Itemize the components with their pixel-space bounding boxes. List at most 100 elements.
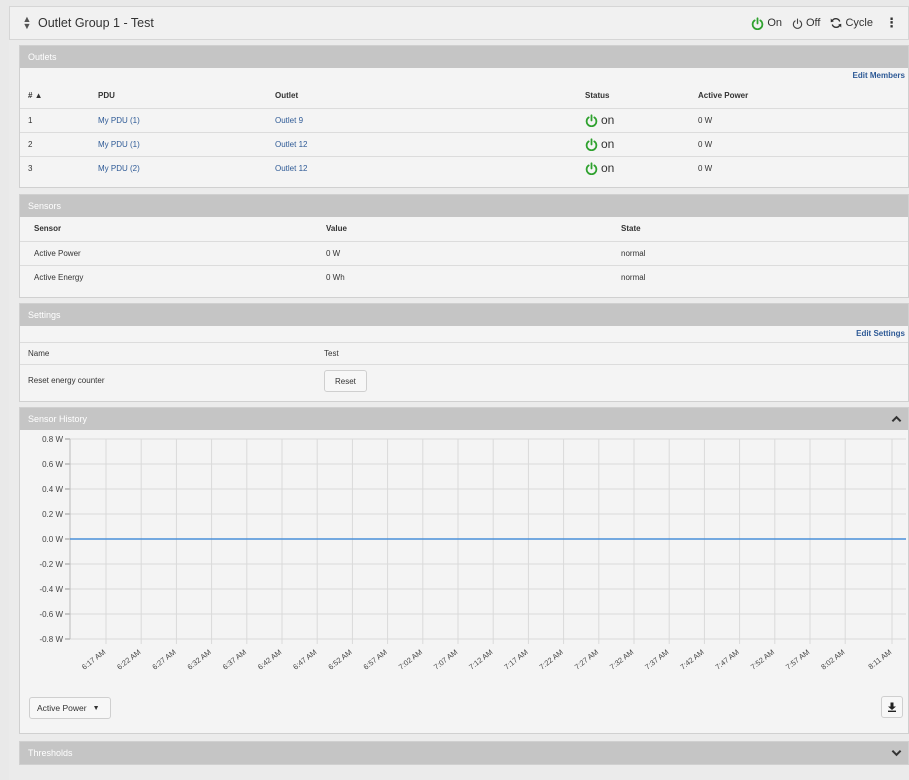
power-icon	[752, 16, 764, 30]
edit-members-link[interactable]: Edit Members	[20, 68, 908, 84]
table-row[interactable]: 2 My PDU (1) Outlet 12 on 0 W	[20, 131, 908, 156]
row-number: 2	[20, 131, 98, 156]
chevron-up-icon[interactable]	[891, 415, 902, 423]
outlet-link[interactable]: Outlet 9	[275, 107, 585, 132]
outlets-panel-title: Outlets	[28, 52, 57, 62]
y-tick-label: 0.8 W	[42, 435, 63, 444]
pdu-link[interactable]: My PDU (1)	[98, 131, 275, 156]
active-power-value: 0 W	[698, 131, 908, 156]
status-cell: on	[585, 107, 698, 132]
sensor-select-value: Active Power	[37, 703, 87, 713]
settings-panel-title: Settings	[28, 310, 61, 320]
power-off-label: Off	[806, 17, 821, 29]
x-tick-label: 6:42 AM	[256, 647, 283, 671]
x-tick-label: 7:52 AM	[749, 647, 776, 671]
power-on-button[interactable]: On	[751, 16, 782, 30]
x-tick-label: 6:22 AM	[115, 647, 142, 671]
sensor-name: Active Power	[20, 240, 326, 265]
y-tick-label: -0.6 W	[39, 610, 63, 619]
column-header-outlet[interactable]: Outlet	[275, 84, 585, 108]
status-text: on	[601, 113, 615, 127]
x-tick-label: 6:27 AM	[150, 647, 177, 671]
x-tick-label: 7:22 AM	[538, 647, 565, 671]
status-text: on	[601, 161, 615, 176]
page-header: ▲ ▼ Outlet Group 1 - Test On Off Cycle ⋮	[9, 6, 909, 40]
thresholds-title: Thresholds	[28, 748, 73, 758]
edit-settings-link[interactable]: Edit Settings	[20, 326, 908, 342]
more-menu-icon[interactable]: ⋮	[885, 15, 898, 31]
y-tick-label: 0.2 W	[42, 510, 63, 519]
chevron-down-icon[interactable]	[891, 749, 902, 757]
row-number: 3	[20, 155, 98, 180]
row-number: 1	[20, 107, 98, 132]
sensor-history-panel-header[interactable]: Sensor History	[20, 408, 908, 430]
header-actions: On Off Cycle ⋮	[741, 15, 898, 31]
table-row[interactable]: Active Energy 0 Wh normal	[20, 264, 908, 289]
y-tick-label: 0.4 W	[42, 485, 63, 494]
x-tick-label: 6:17 AM	[80, 647, 107, 671]
sensor-name: Active Energy	[20, 264, 326, 289]
column-header-pdu[interactable]: PDU	[98, 84, 275, 108]
download-icon	[888, 702, 896, 712]
x-tick-label: 7:32 AM	[608, 647, 635, 671]
sensors-panel-header: Sensors	[20, 195, 908, 217]
column-header-value[interactable]: Value	[326, 217, 621, 241]
sensor-history-chart: 0.8 W 0.6 W 0.4 W 0.2 W 0.0 W -0.2 W -0.4 W -0.…	[39, 435, 906, 672]
download-button[interactable]	[881, 696, 903, 718]
caret-down-icon: ▼	[92, 704, 100, 712]
column-header-status[interactable]: Status	[585, 84, 698, 108]
sensor-value: 0 W	[326, 240, 621, 265]
x-tick-label: 7:37 AM	[643, 647, 670, 671]
outlets-panel: Outlets Edit Members # ▲ PDU Outlet Stat…	[19, 45, 909, 188]
x-tick-label: 7:27 AM	[573, 647, 600, 671]
table-row[interactable]: 1 My PDU (1) Outlet 9 on 0 W	[20, 107, 908, 132]
power-cycle-label: Cycle	[845, 17, 873, 29]
power-on-label: On	[767, 17, 782, 29]
status-cell: on	[585, 155, 698, 180]
sensor-state: normal	[621, 264, 908, 289]
name-label: Name	[20, 342, 324, 365]
power-cycle-button[interactable]: Cycle	[830, 17, 873, 29]
x-tick-label: 6:37 AM	[221, 647, 248, 671]
page-title: Outlet Group 1 - Test	[38, 16, 154, 30]
refresh-icon	[831, 18, 842, 28]
settings-table: Name Test Reset energy counter Reset	[20, 342, 908, 397]
sensor-state: normal	[621, 240, 908, 265]
settings-row-name: Name Test	[20, 342, 908, 365]
y-tick-label: 0.6 W	[42, 460, 63, 469]
sensor-history-title: Sensor History	[28, 414, 88, 424]
column-header-number[interactable]: # ▲	[20, 84, 98, 108]
outlet-group-page: ▲ ▼ Outlet Group 1 - Test On Off Cycle ⋮…	[9, 6, 909, 780]
sort-icon[interactable]: ▲ ▼	[22, 15, 32, 31]
pdu-link[interactable]: My PDU (2)	[98, 155, 275, 180]
sensors-panel-title: Sensors	[28, 201, 62, 211]
column-header-state[interactable]: State	[621, 217, 908, 241]
power-icon	[585, 162, 598, 175]
power-off-button[interactable]: Off	[792, 17, 820, 29]
outlet-link[interactable]: Outlet 12	[275, 131, 585, 156]
x-tick-label: 6:47 AM	[291, 647, 318, 671]
table-row[interactable]: Active Power 0 W normal	[20, 240, 908, 265]
column-header-active-power[interactable]: Active Power	[698, 84, 908, 108]
x-tick-label: 7:57 AM	[784, 647, 811, 671]
y-tick-label: -0.2 W	[39, 560, 63, 569]
x-tick-label: 8:02 AM	[819, 647, 846, 671]
power-icon	[585, 113, 598, 127]
power-icon	[792, 17, 803, 29]
x-tick-label: 7:02 AM	[397, 647, 424, 671]
y-tick-label: 0.0 W	[42, 535, 63, 544]
x-tick-label: 7:47 AM	[714, 647, 741, 671]
pdu-link[interactable]: My PDU (1)	[98, 107, 275, 132]
status-cell: on	[585, 131, 698, 156]
reset-button[interactable]: Reset	[324, 369, 367, 392]
active-power-value: 0 W	[698, 107, 908, 132]
sensor-select-dropdown[interactable]: Active Power ▼	[29, 697, 111, 719]
thresholds-panel-header[interactable]: Thresholds	[20, 742, 908, 764]
outlets-table: # ▲ PDU Outlet Status Active Power 1 My …	[20, 84, 908, 180]
outlet-link[interactable]: Outlet 12	[275, 155, 585, 180]
settings-row-reset: Reset energy counter Reset	[20, 364, 908, 397]
y-tick-label: -0.4 W	[39, 585, 63, 594]
column-header-sensor[interactable]: Sensor	[20, 217, 326, 241]
table-row[interactable]: 3 My PDU (2) Outlet 12 on 0 W	[20, 155, 908, 180]
thresholds-panel[interactable]: Thresholds	[19, 741, 909, 765]
